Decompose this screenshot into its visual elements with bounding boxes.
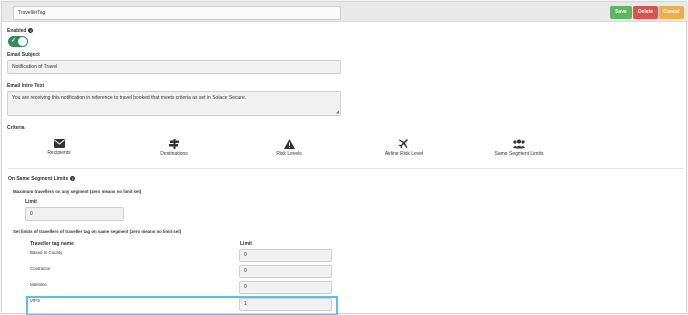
table-row-name: Maritime — [30, 282, 47, 287]
table-row-name: Based In County — [30, 250, 63, 255]
criteria-destinations[interactable]: Destinations — [154, 139, 194, 157]
enabled-label-row: Enabled i — [7, 28, 34, 34]
users-icon — [513, 139, 525, 149]
envelope-icon — [53, 139, 65, 148]
criteria-airline-risk-level[interactable]: Airline Risk Level — [379, 139, 429, 157]
max-travellers-label: Maximum travellers on any segment (zero … — [13, 189, 142, 194]
warning-icon — [283, 139, 295, 149]
tag-name-input[interactable]: TravellerTag — [13, 6, 341, 20]
email-intro-label: Email Intro Text — [7, 83, 45, 89]
email-intro-textarea[interactable]: You are receiving this notification in r… — [7, 91, 341, 116]
section-divider — [8, 168, 684, 169]
check-icon: ✓ — [11, 38, 17, 44]
delete-button[interactable]: Delete — [633, 6, 658, 19]
criteria-same-segment-limits[interactable]: Same Segment Limits — [491, 139, 547, 157]
edit-tag-panel: TravellerTag Save Delete Cancel Enabled i… — [1, 1, 688, 315]
criteria-recipients[interactable]: Recipients — [39, 139, 79, 156]
same-segment-label-row: On Same Segment Limits i — [8, 176, 76, 182]
table-row-limit-input[interactable]: 0 — [239, 281, 332, 294]
same-segment-label: On Same Segment Limits — [8, 176, 69, 182]
criteria-same-segment-label: Same Segment Limits — [494, 151, 544, 157]
toggle-knob — [18, 37, 27, 46]
info-circle-icon[interactable]: i — [70, 176, 76, 182]
limit-label: Limit — [25, 199, 37, 205]
header-bar: TravellerTag Save Delete Cancel — [2, 2, 688, 22]
info-circle-icon[interactable]: i — [28, 28, 34, 34]
col-limit-header: Limit — [240, 241, 252, 247]
table-row-name: VIPS — [30, 298, 41, 303]
table-row-limit-input[interactable]: 1 — [239, 298, 332, 311]
email-subject-label: Email Subject — [7, 52, 40, 58]
criteria-destinations-label: Destinations — [160, 151, 188, 157]
max-limit-input[interactable]: 0 — [25, 207, 124, 221]
email-intro-text: You are receiving this notification in r… — [12, 95, 247, 101]
criteria-recipients-label: Recipients — [47, 150, 71, 156]
cancel-button[interactable]: Cancel — [659, 6, 684, 19]
enabled-toggle[interactable]: ✓ — [8, 36, 28, 47]
save-button[interactable]: Save — [610, 6, 632, 19]
criteria-risk-levels-label: Risk Levels — [276, 151, 302, 157]
plane-icon — [399, 139, 408, 149]
resize-handle-icon[interactable]: ◢ — [336, 109, 339, 114]
col-tag-name-header: Traveller tag name — [30, 241, 74, 247]
criteria-risk-levels[interactable]: Risk Levels — [269, 139, 309, 157]
criteria-airline-risk-label: Airline Risk Level — [384, 151, 424, 157]
email-subject-input[interactable]: Notification of Travel — [7, 60, 341, 74]
table-row-limit-input[interactable]: 0 — [239, 265, 332, 278]
table-row-limit-input[interactable]: 0 — [239, 249, 332, 262]
table-row-name: Contractor — [30, 266, 51, 271]
set-limits-label: Set limits of travellers of traveller ta… — [13, 229, 182, 234]
enabled-label: Enabled — [7, 28, 27, 34]
criteria-label: Criteria — [7, 125, 25, 131]
signpost-icon — [168, 139, 179, 149]
